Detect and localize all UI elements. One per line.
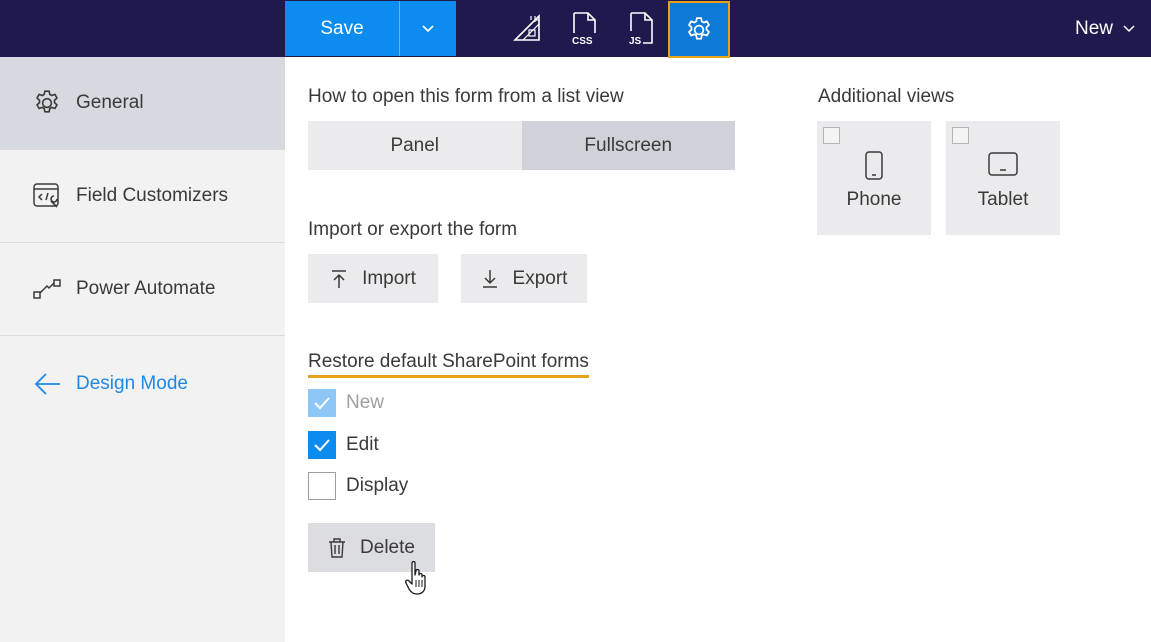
chevron-down-icon (1123, 24, 1135, 32)
tablet-view-label: Tablet (977, 189, 1029, 210)
tablet-view-card[interactable]: Tablet (946, 121, 1060, 235)
open-form-title: How to open this form from a list view (308, 86, 624, 107)
css-file-icon: CSS (572, 12, 596, 45)
code-wrench-icon (32, 181, 62, 211)
trash-icon (329, 537, 346, 558)
checkbox-new[interactable]: New (308, 389, 384, 417)
sidebar-item-label: Field Customizers (76, 185, 229, 206)
sidebar-item-field-customizers[interactable]: Field Customizers (0, 150, 285, 243)
import-label: Import (362, 267, 416, 289)
sidebar: General Field Customizers Power Automate (0, 57, 285, 642)
js-file-icon: JS (629, 12, 653, 45)
tablet-view-checkbox[interactable] (952, 127, 969, 144)
checkbox-display-label: Display (346, 475, 409, 496)
layout-ruler-icon (513, 14, 540, 41)
checkmark-icon (314, 397, 330, 410)
panel-option[interactable]: Panel (308, 121, 522, 170)
top-toolbar: Save CSS JS New (0, 0, 1151, 58)
checkbox-edit-label: Edit (346, 434, 379, 455)
save-button[interactable]: Save (285, 1, 399, 56)
checkbox-edit-box[interactable] (308, 431, 336, 459)
sidebar-item-label: General (76, 92, 144, 113)
additional-views-title: Additional views (818, 86, 955, 107)
hand-cursor-icon (405, 560, 426, 595)
sidebar-item-power-automate[interactable]: Power Automate (0, 243, 285, 336)
settings-button[interactable] (668, 1, 730, 58)
layout-ruler-button[interactable] (507, 8, 547, 48)
upload-icon (332, 269, 347, 288)
tablet-icon (946, 151, 1060, 177)
checkbox-display-box[interactable] (308, 472, 336, 500)
new-form-label: New (1074, 17, 1113, 39)
delete-label: Delete (360, 536, 415, 558)
export-label: Export (512, 267, 568, 289)
gear-icon (32, 88, 62, 118)
checkbox-new-label: New (346, 392, 385, 413)
phone-view-label: Phone (846, 189, 902, 210)
css-file-button[interactable]: CSS (564, 8, 604, 48)
sidebar-item-design-mode[interactable]: Design Mode (0, 337, 285, 430)
open-form-toggle: Panel Fullscreen (308, 121, 735, 170)
phone-view-checkbox[interactable] (823, 127, 840, 144)
js-file-button[interactable]: JS (621, 8, 661, 48)
phone-view-card[interactable]: Phone (817, 121, 931, 235)
checkbox-edit[interactable]: Edit (308, 431, 379, 459)
gear-icon (688, 16, 710, 40)
sidebar-item-general[interactable]: General (0, 57, 285, 150)
save-dropdown-button[interactable] (400, 1, 456, 56)
export-button[interactable]: Export (461, 254, 587, 303)
checkbox-display[interactable]: Display (308, 472, 408, 500)
phone-icon (817, 151, 931, 181)
chevron-down-icon (422, 24, 434, 32)
fullscreen-option[interactable]: Fullscreen (521, 121, 735, 170)
import-export-title: Import or export the form (308, 219, 518, 240)
download-icon (482, 269, 497, 288)
checkmark-icon (314, 439, 330, 452)
svg-text:CSS: CSS (572, 36, 593, 45)
sidebar-item-label: Design Mode (76, 372, 188, 394)
svg-text:JS: JS (629, 36, 642, 45)
new-form-menu[interactable]: New (1075, 0, 1135, 57)
restore-title: Restore default SharePoint forms (308, 351, 589, 378)
arrow-left-icon (32, 369, 62, 399)
import-button[interactable]: Import (308, 254, 438, 303)
checkbox-new-box[interactable] (308, 389, 336, 417)
flow-icon (32, 274, 62, 304)
sidebar-item-label: Power Automate (76, 278, 216, 299)
